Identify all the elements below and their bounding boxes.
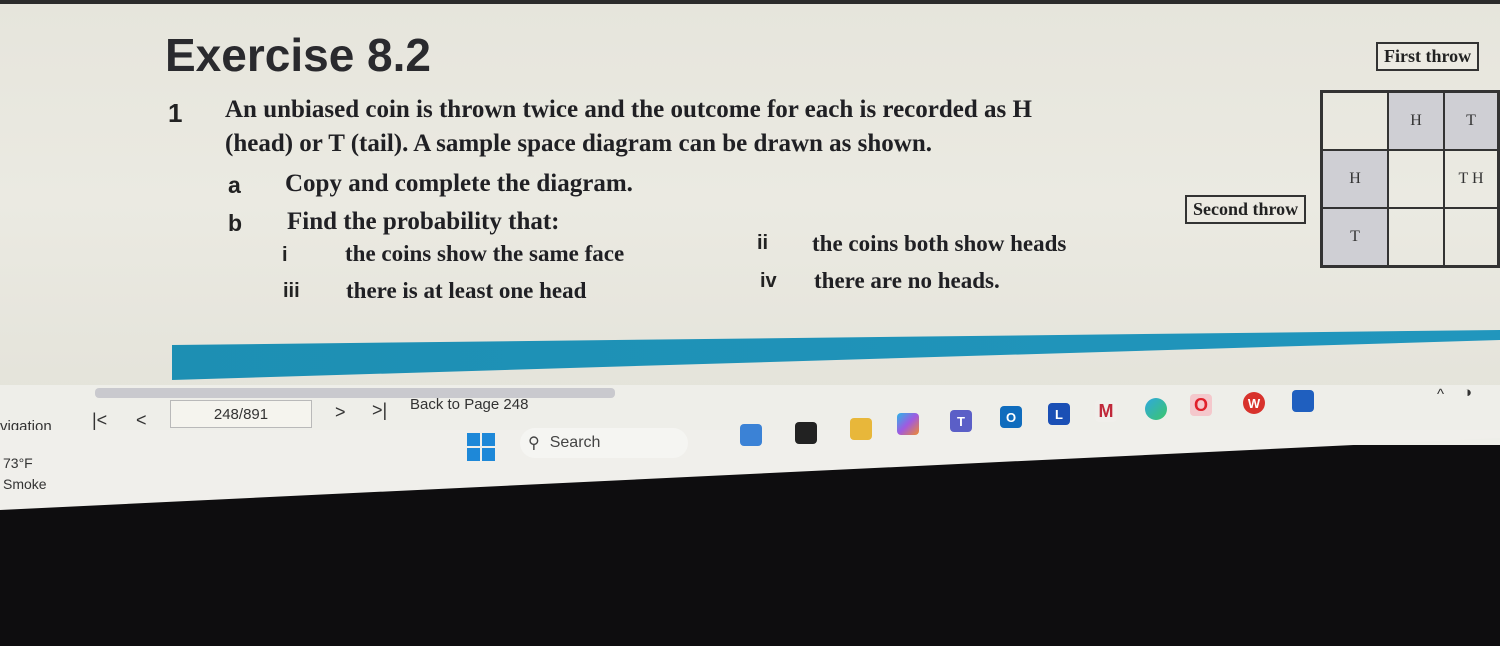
outlook-icon[interactable]: O [1000,406,1022,428]
sub-item-label: i [282,244,288,266]
back-to-page-link[interactable]: Back to Page 248 [410,396,528,413]
network-icon[interactable]: ◑ [1463,384,1472,401]
decorative-banner [172,330,1500,380]
horizontal-scrollbar[interactable] [95,388,615,398]
mcafee-icon[interactable]: M [1095,400,1117,422]
part-b-text: Find the probability that: [287,208,560,235]
taskbar-search[interactable]: ⚲ Search [520,428,688,458]
prev-page-icon[interactable]: < [136,410,147,431]
first-page-icon[interactable]: |< [92,410,107,431]
part-a-text: Copy and complete the diagram. [285,170,633,197]
copilot-icon[interactable] [897,413,919,435]
last-page-icon[interactable]: >| [372,400,387,421]
exercise-title: Exercise 8.2 [165,29,432,81]
teams-icon[interactable]: T [950,410,972,432]
second-throw-label: Second throw [1185,195,1307,224]
terminal-icon[interactable] [795,422,817,444]
tray-chevron-up-icon[interactable]: ^ [1437,386,1444,403]
weather-desc[interactable]: Smoke [3,476,47,492]
file-explorer-icon[interactable] [850,418,872,440]
question-line-2: (head) or T (tail). A sample space diagr… [225,130,933,157]
page-number-input[interactable]: 248/891 [170,400,312,428]
part-a-label: a [228,172,241,198]
next-page-icon[interactable]: > [335,402,346,423]
grid-cell [1388,150,1444,208]
document-page: Exercise 8.2 1 An unbiased coin is throw… [0,0,1500,400]
store-icon[interactable] [1292,390,1314,412]
sub-item-label: iv [760,270,777,292]
sub-item-label: iii [283,280,300,302]
opera-icon[interactable]: O [1190,394,1212,416]
wps-icon[interactable]: W [1243,392,1265,414]
notepad-icon[interactable] [740,424,762,446]
grid-header-t: T [1444,92,1498,150]
sub-item-text: the coins show the same face [345,241,625,266]
search-icon: ⚲ [528,435,540,452]
sub-item-label: ii [757,232,769,254]
grid-header-h: H [1388,92,1444,150]
grid-cell: T H [1444,150,1498,208]
edge-icon[interactable] [1145,398,1167,420]
sample-space-grid: H T H T H T [1320,90,1500,268]
grid-cell [1444,208,1498,266]
question-line-1: An unbiased coin is thrown twice and the… [225,96,1032,123]
weather-temp[interactable]: 73°F [3,455,33,471]
question-number: 1 [168,98,183,128]
sub-item-text: the coins both show heads [812,231,1067,256]
grid-row-header-t: T [1322,208,1388,266]
l-app-icon[interactable]: L [1048,403,1070,425]
start-button[interactable] [467,433,495,461]
grid-cell [1322,92,1388,150]
part-b-label: b [228,210,243,236]
sub-item-text: there is at least one head [346,278,587,303]
grid-row-header-h: H [1322,150,1388,208]
top-border [0,0,1500,4]
sub-item-text: there are no heads. [814,268,1000,293]
search-placeholder: Search [549,434,601,451]
grid-cell [1388,208,1444,266]
first-throw-label: First throw [1376,42,1480,71]
